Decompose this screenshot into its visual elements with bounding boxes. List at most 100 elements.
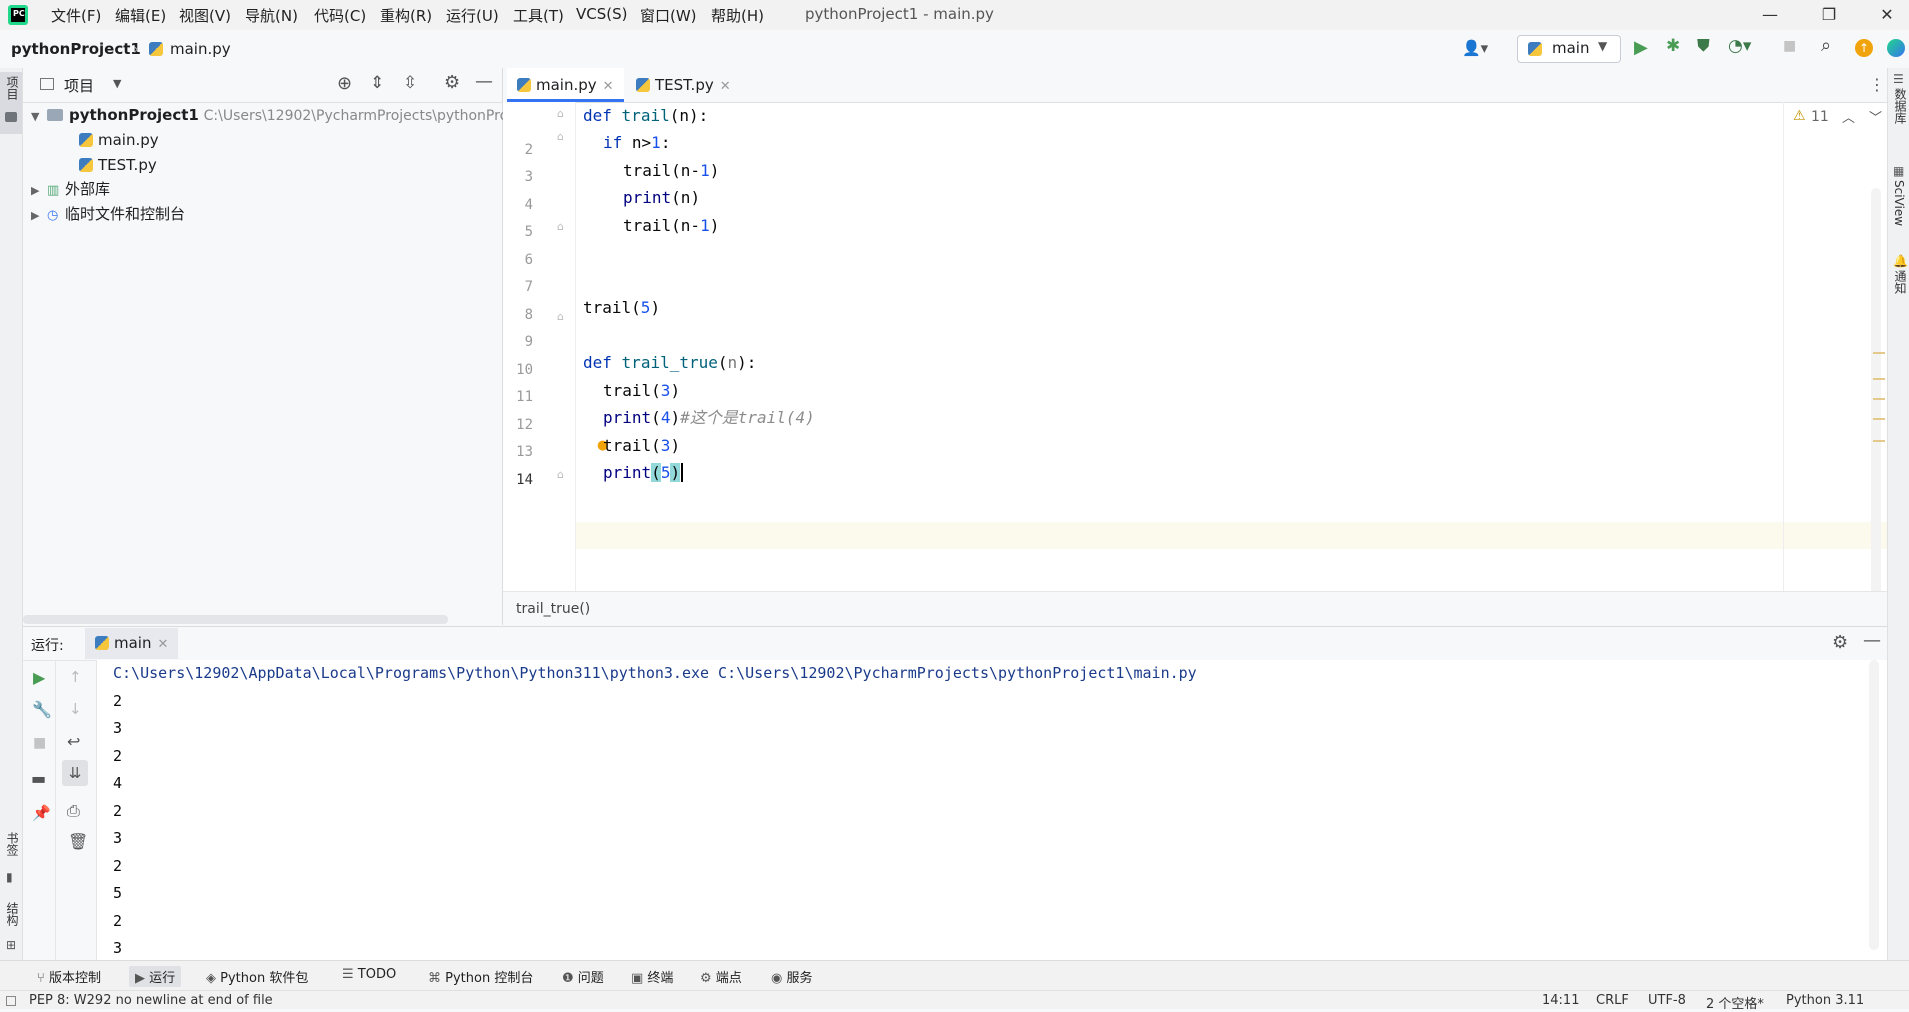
menu-view[interactable]: 视图(V) [179,5,231,26]
tree-scratches[interactable]: ▶ ◷ 临时文件和控制台 [31,202,185,226]
project-tool-button[interactable]: 项目 [0,72,22,134]
sciview-tool-button[interactable]: ▦ SciView [1888,164,1909,244]
print-icon[interactable]: ⎙ [67,801,80,821]
close-icon[interactable]: ✕ [603,79,614,94]
run-console-output[interactable]: C:\Users\12902\AppData\Local\Programs\Py… [97,660,1887,961]
chevron-down-icon[interactable]: ▼ [113,77,121,90]
chevron-right-icon[interactable]: ▶ [31,179,47,203]
layout-icon[interactable]: ▬ [31,769,46,788]
tool-terminal[interactable]: ▣ 终端 [631,967,673,986]
error-stripe-marker[interactable] [1873,352,1885,354]
fold-icon[interactable]: ⌂ [557,107,564,120]
tool-services[interactable]: ◉ 服务 [771,967,813,986]
fold-icon[interactable]: ⌂ [557,130,564,143]
code-area[interactable]: def trail(n): if n>1: trail(n-1) print(n… [583,102,1783,591]
status-message[interactable]: PEP 8: W292 no newline at end of file [29,993,273,1008]
gear-icon[interactable]: ⚙ [444,72,460,93]
warnings-count[interactable]: 11 [1811,109,1829,125]
coverage-icon[interactable]: ⛊ [1697,36,1710,56]
tab-main-py[interactable]: main.py ✕ [507,68,624,102]
debug-icon[interactable]: ✱ [1666,36,1680,56]
editor-vertical-scrollbar[interactable] [1871,188,1881,628]
expand-all-icon[interactable]: ⇕ [370,73,384,93]
console-vertical-scrollbar[interactable] [1869,660,1879,950]
tool-run[interactable]: ▶ 运行 [129,966,182,987]
bookmarks-tool-button[interactable]: 书签 ▮ [0,828,22,888]
menu-vcs[interactable]: VCS(S) [576,5,627,23]
breadcrumb-file[interactable]: main.py [170,40,231,58]
tool-python-console[interactable]: ⌘ Python 控制台 [428,967,533,986]
run-tab-main[interactable]: main ✕ [85,628,179,659]
status-indent[interactable]: 2 个空格* [1706,993,1764,1012]
status-encoding[interactable]: UTF-8 [1648,993,1686,1008]
scroll-to-end-icon[interactable]: ⇊ [62,760,88,786]
search-icon[interactable]: ⌕ [1821,35,1831,56]
soft-wrap-icon[interactable]: ↩ [67,732,80,751]
chevron-right-icon[interactable]: ▶ [31,204,47,228]
collapse-all-icon[interactable]: ⇳ [403,73,417,93]
rerun-icon[interactable]: ▶ [33,668,45,687]
error-stripe-marker[interactable] [1873,378,1885,380]
chevron-down-icon[interactable]: ▼ [31,105,47,129]
error-stripe-marker[interactable] [1873,398,1885,400]
warning-icon[interactable]: ⚠ [1793,108,1806,124]
menu-tools[interactable]: 工具(T) [513,5,564,26]
jetbrains-ai-icon[interactable] [1887,39,1905,57]
menu-run[interactable]: 运行(U) [446,5,499,26]
minimize-button[interactable]: — [1747,0,1793,30]
tool-endpoints[interactable]: ⚙ 端点 [700,967,742,986]
run-config-selector[interactable]: main ▼ [1517,35,1621,63]
fold-icon[interactable]: ⌂ [557,310,564,323]
breadcrumb-project[interactable]: pythonProject1 [11,40,141,58]
error-stripe-marker[interactable] [1873,418,1885,420]
tool-python-packages[interactable]: ◈ Python 软件包 [206,967,308,986]
fold-icon[interactable]: ⌂ [557,468,564,481]
tool-todo[interactable]: ☰ TODO [342,967,396,982]
trash-icon[interactable]: 🗑 [68,832,88,851]
tab-test-py[interactable]: TEST.py ✕ [626,68,741,102]
locate-icon[interactable]: ⊕ [337,73,352,94]
chevron-up-icon[interactable]: ︿ [1842,107,1855,126]
menu-edit[interactable]: 编辑(E) [115,5,166,26]
horizontal-scrollbar[interactable] [23,615,448,624]
menu-navigate[interactable]: 导航(N) [245,5,298,26]
editor-breadcrumb[interactable]: trail_true() [516,601,590,617]
close-window-button[interactable]: ✕ [1864,0,1909,30]
user-icon[interactable]: 👤▾ [1462,39,1488,57]
tree-file-main[interactable]: main.py [79,128,159,152]
close-icon[interactable]: ✕ [720,79,731,94]
fold-icon[interactable]: ⌂ [557,220,564,233]
status-interpreter[interactable]: Python 3.11 [1786,993,1864,1008]
stop-icon[interactable]: ■ [33,735,46,751]
tree-external-libs[interactable]: ▶ ▥ 外部库 [31,177,110,201]
close-icon[interactable]: ✕ [157,637,168,652]
menu-code[interactable]: 代码(C) [314,5,366,26]
notifications-tool-button[interactable]: 🔔 通知 [1888,254,1909,314]
arrow-down-icon[interactable]: ↓ [69,700,82,718]
stop-icon[interactable]: ■ [1783,38,1796,54]
tool-version-control[interactable]: ⑂ 版本控制 [37,967,101,986]
tree-root-row[interactable]: ▼ pythonProject1 C:\Users\12902\PycharmPr… [31,103,543,127]
wrench-icon[interactable]: 🔧 [32,700,52,719]
structure-tool-button[interactable]: 结构 ⊞ [0,898,22,958]
more-options-icon[interactable]: ⋮ [1869,75,1885,94]
arrow-up-icon[interactable]: ↑ [69,668,82,686]
tree-file-test[interactable]: TEST.py [79,153,157,177]
menu-help[interactable]: 帮助(H) [711,5,764,26]
menu-window[interactable]: 窗口(W) [640,5,697,26]
database-tool-button[interactable]: ☰ 数据库 [1888,72,1909,142]
pin-icon[interactable]: 📌 [32,804,51,822]
toggle-tool-windows-icon[interactable] [6,996,16,1006]
run-icon[interactable]: ▶ [1634,37,1648,58]
chevron-down-icon[interactable]: ﹀ [1869,107,1882,126]
error-stripe-marker[interactable] [1873,440,1885,442]
hide-panel-icon[interactable]: — [1863,630,1881,651]
tool-problems[interactable]: ❶ 问题 [562,967,604,986]
status-line-separator[interactable]: CRLF [1596,993,1629,1008]
status-position[interactable]: 14:11 [1542,993,1579,1008]
hide-panel-icon[interactable]: — [475,71,493,92]
project-view-selector[interactable]: 项目 [64,75,94,96]
menu-refactor[interactable]: 重构(R) [380,5,432,26]
profile-icon[interactable]: ◔▾ [1728,36,1751,56]
menu-file[interactable]: 文件(F) [51,5,101,26]
